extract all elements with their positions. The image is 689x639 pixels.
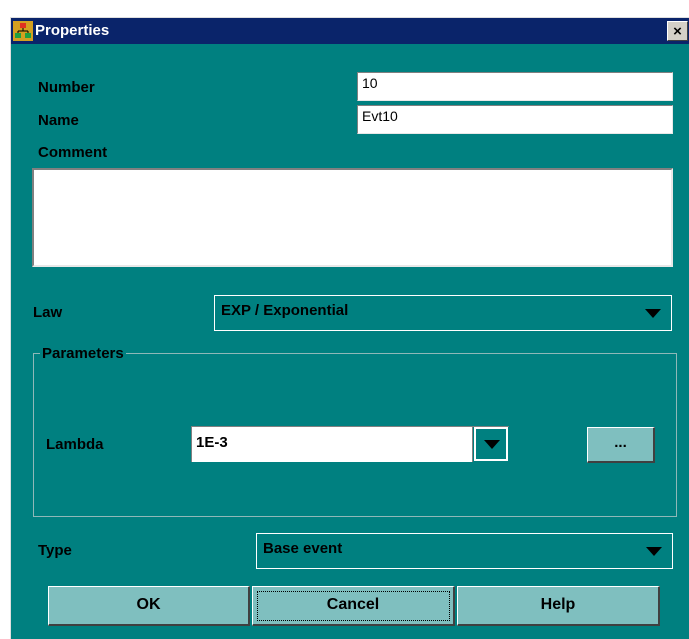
number-label: Number xyxy=(38,79,95,96)
chevron-down-icon xyxy=(484,440,500,449)
type-label: Type xyxy=(38,542,72,559)
chevron-down-icon xyxy=(645,309,661,318)
window-title: Properties xyxy=(35,22,110,39)
ok-button[interactable]: OK xyxy=(48,586,250,626)
chevron-down-icon xyxy=(646,547,662,556)
name-label: Name xyxy=(38,112,79,129)
name-field[interactable]: Evt10 xyxy=(357,105,673,134)
law-label: Law xyxy=(33,304,63,321)
law-dropdown[interactable]: EXP / Exponential xyxy=(214,295,672,331)
lambda-dropdown-button[interactable] xyxy=(474,427,508,461)
title-bar[interactable]: Properties × xyxy=(11,18,689,44)
lambda-input[interactable]: 1E-3 xyxy=(192,427,473,462)
lambda-browse-button[interactable]: ... xyxy=(587,427,655,463)
cancel-button[interactable]: Cancel xyxy=(252,586,455,626)
properties-dialog: Properties × Number 10 Name Evt10 Commen… xyxy=(10,17,689,639)
comment-label: Comment xyxy=(38,144,108,161)
type-dropdown-value: Base event xyxy=(263,540,343,557)
app-icon xyxy=(13,21,33,41)
lambda-combobox: 1E-3 xyxy=(191,426,509,462)
close-button[interactable]: × xyxy=(667,21,688,41)
comment-textarea[interactable] xyxy=(32,168,673,267)
parameters-legend: Parameters xyxy=(40,345,126,362)
lambda-label: Lambda xyxy=(46,436,104,453)
number-field[interactable]: 10 xyxy=(357,72,673,101)
type-dropdown[interactable]: Base event xyxy=(256,533,673,569)
help-button[interactable]: Help xyxy=(457,586,660,626)
law-dropdown-value: EXP / Exponential xyxy=(221,302,349,319)
